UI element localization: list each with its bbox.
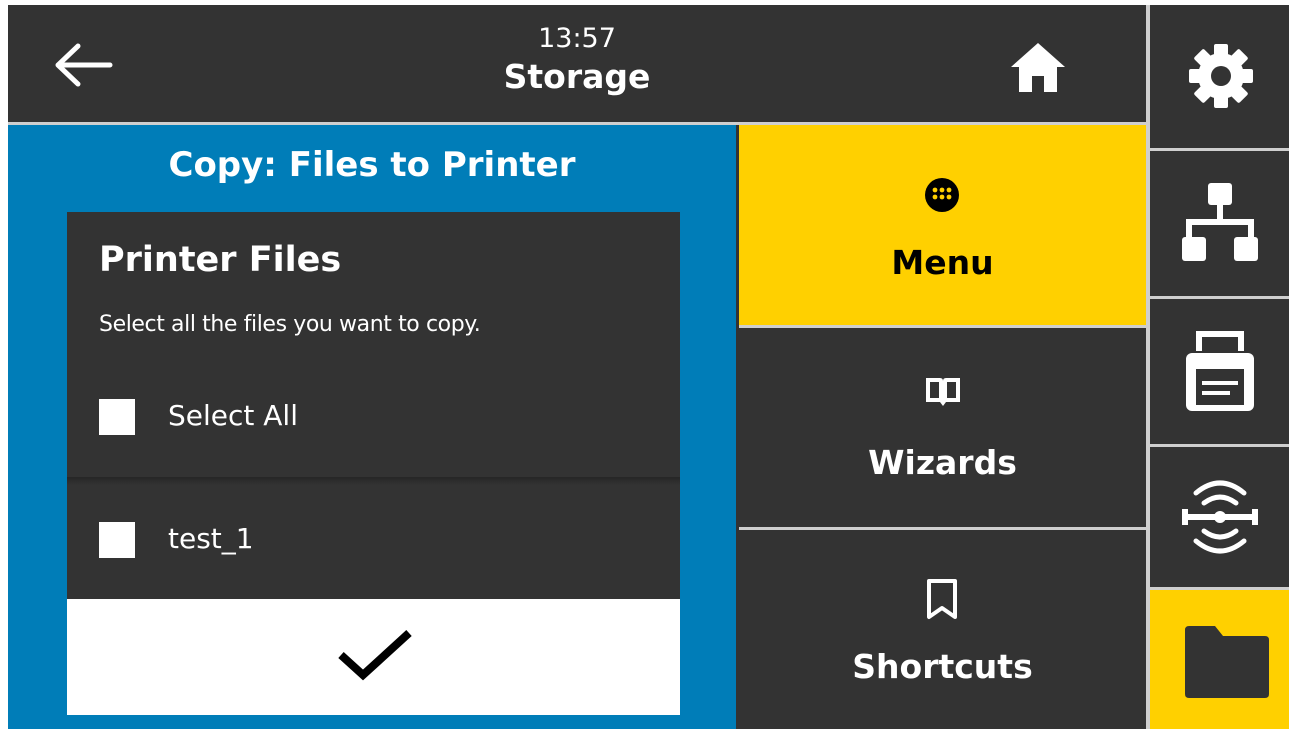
- sidebar-rfid-button[interactable]: [1150, 447, 1289, 587]
- book-icon: [926, 378, 960, 406]
- home-button[interactable]: [1008, 40, 1068, 95]
- file-label: test_1: [168, 522, 254, 555]
- gear-icon: [1189, 44, 1253, 108]
- page-title: Storage: [503, 57, 651, 96]
- header-bar: 13:57 Storage: [8, 5, 1146, 122]
- select-all-row[interactable]: Select All: [67, 387, 680, 447]
- clock-time: 13:57: [538, 23, 616, 54]
- printer-files-card: Printer Files Select all the files you w…: [67, 212, 680, 715]
- sidebar-network-button[interactable]: [1150, 151, 1289, 296]
- printer-icon: [1186, 331, 1254, 411]
- sidebar-storage-button[interactable]: [1150, 590, 1289, 729]
- list-divider: [67, 477, 680, 485]
- copy-dialog-panel: Copy: Files to Printer Printer Files Sel…: [8, 125, 736, 729]
- confirm-button[interactable]: [67, 599, 680, 715]
- checkmark-icon: [338, 630, 412, 681]
- home-icon: [1011, 43, 1065, 92]
- nav-wizards-button[interactable]: Wizards: [739, 328, 1146, 527]
- select-all-checkbox[interactable]: [99, 399, 135, 435]
- file-checkbox[interactable]: [99, 522, 135, 558]
- select-all-label: Select All: [168, 399, 298, 432]
- card-description: Select all the files you want to copy.: [99, 312, 481, 337]
- main-nav: Menu Wizards Shortcuts: [739, 125, 1146, 729]
- right-sidebar: [1146, 5, 1289, 729]
- sidebar-printer-button[interactable]: [1150, 299, 1289, 444]
- nav-menu-label: Menu: [891, 243, 994, 282]
- card-title: Printer Files: [99, 240, 342, 280]
- printer-screen: 13:57 Storage Copy: Files to Printer Pri…: [8, 5, 1289, 729]
- nav-shortcuts-label: Shortcuts: [852, 647, 1033, 686]
- rfid-icon: [1182, 480, 1258, 554]
- network-icon: [1182, 183, 1258, 261]
- nav-wizards-label: Wizards: [868, 443, 1017, 482]
- file-row-test-1[interactable]: test_1: [67, 510, 680, 570]
- bookmark-icon: [927, 579, 957, 619]
- folder-icon: [1185, 626, 1269, 698]
- menu-grid-icon: [925, 178, 959, 212]
- nav-menu-button[interactable]: Menu: [739, 125, 1146, 325]
- dialog-title: Copy: Files to Printer: [168, 145, 576, 185]
- nav-shortcuts-button[interactable]: Shortcuts: [739, 530, 1146, 729]
- sidebar-settings-button[interactable]: [1150, 5, 1289, 148]
